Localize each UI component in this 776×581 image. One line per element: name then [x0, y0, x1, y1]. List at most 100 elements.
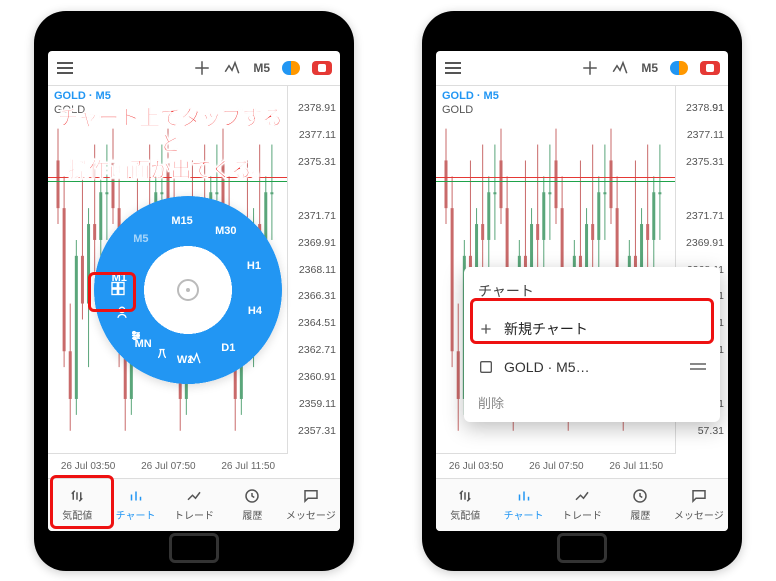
- bottom-nav: 気配値 チャート トレード 履歴 メッセージ: [436, 478, 728, 531]
- tab-label: 気配値: [62, 507, 92, 522]
- y-tick: 2377.11: [299, 129, 336, 141]
- x-axis: 26 Jul 03:50 26 Jul 07:50 26 Jul 11:50: [48, 453, 288, 480]
- topbar: M5: [48, 51, 340, 86]
- chart-area[interactable]: GOLD · M5 GOLD 2373.38 2378.912377.11237…: [48, 86, 340, 480]
- bottom-nav: 気配値 チャート トレード 履歴 メッセージ: [48, 478, 340, 531]
- timeframe-label[interactable]: M5: [253, 61, 270, 75]
- x-tick: 26 Jul 11:50: [609, 461, 663, 472]
- tab-quotes[interactable]: 気配値: [48, 479, 106, 531]
- history-icon: [242, 487, 262, 505]
- chart-popup: チャート 新規チャート GOLD · M5… 削除: [464, 267, 720, 422]
- x-tick: 26 Jul 11:50: [221, 461, 275, 472]
- menu-icon[interactable]: [444, 59, 462, 77]
- new-order-icon[interactable]: [312, 61, 332, 75]
- tab-label: メッセージ: [286, 507, 336, 522]
- y-tick: 2371.71: [686, 210, 724, 222]
- tab-quotes[interactable]: 気配値: [436, 479, 494, 531]
- chart-area[interactable]: GOLD · M5 GOLD 2373.35 2378.912377.11237…: [436, 86, 728, 480]
- tab-trade[interactable]: トレード: [553, 479, 611, 531]
- y-tick: 2364.51: [298, 317, 336, 329]
- new-chart-label: 新規チャート: [504, 319, 588, 339]
- tab-label: トレード: [562, 507, 602, 522]
- tab-label: 気配値: [450, 507, 480, 522]
- message-icon: [689, 487, 709, 505]
- timeframe-label[interactable]: M5: [641, 61, 658, 75]
- history-icon: [630, 487, 650, 505]
- crosshair-icon[interactable]: [193, 59, 211, 77]
- x-tick: 26 Jul 03:50: [61, 461, 116, 472]
- trade-icon: [184, 487, 204, 505]
- topbar: M5: [436, 51, 728, 86]
- tab-trade[interactable]: トレード: [165, 479, 223, 531]
- drag-handle-icon[interactable]: [690, 363, 706, 370]
- tab-message[interactable]: メッセージ: [282, 479, 340, 531]
- chart-icon: [514, 487, 534, 505]
- indicator-icon[interactable]: [223, 59, 241, 77]
- x-tick: 26 Jul 03:50: [449, 461, 504, 472]
- new-chart-button[interactable]: 新規チャート: [464, 309, 720, 349]
- y-tick: .91: [709, 102, 724, 114]
- radial-tf-d1[interactable]: D1: [221, 342, 235, 354]
- menu-icon[interactable]: [56, 59, 74, 77]
- quotes-icon: [67, 487, 87, 505]
- theme-toggle-icon[interactable]: [670, 61, 688, 75]
- radial-indicator-icon[interactable]: [186, 351, 202, 370]
- home-button[interactable]: [557, 533, 607, 563]
- radial-settings-icon[interactable]: [128, 328, 144, 347]
- tab-chart[interactable]: チャート: [106, 479, 164, 531]
- y-tick: 2360.91: [298, 371, 336, 383]
- radial-center-icon[interactable]: [177, 279, 199, 301]
- y-tick: 2375.31: [686, 156, 724, 168]
- tab-chart[interactable]: チャート: [494, 479, 552, 531]
- quotes-icon: [455, 487, 475, 505]
- y-tick: 2366.31: [298, 290, 336, 302]
- y-tick: 2371.71: [298, 210, 336, 222]
- y-tick: 2378.91: [298, 102, 336, 114]
- popup-delete-label[interactable]: 削除: [464, 385, 720, 416]
- screen-right: M5 GOLD · M5 GOLD 2373.35 2378.912377.11…: [436, 51, 728, 531]
- tab-history[interactable]: 履歴: [223, 479, 281, 531]
- new-order-icon[interactable]: [700, 61, 720, 75]
- y-tick: 2368.11: [299, 264, 336, 276]
- y-tick: 2377.11: [687, 129, 724, 141]
- radial-tf-h4[interactable]: H4: [248, 305, 262, 317]
- popup-title: チャート: [464, 275, 720, 309]
- radial-tf-h1[interactable]: H1: [247, 260, 261, 272]
- chart-item-label: GOLD · M5…: [504, 359, 590, 375]
- radial-object-icon[interactable]: [114, 305, 130, 324]
- tab-label: メッセージ: [674, 507, 724, 522]
- radial-function-icon[interactable]: [154, 346, 170, 365]
- y-tick: 2375.31: [298, 156, 336, 168]
- tab-message[interactable]: メッセージ: [670, 479, 728, 531]
- tab-label: チャート: [504, 507, 544, 522]
- y-tick: 2369.91: [686, 237, 724, 249]
- phone-right: M5 GOLD · M5 GOLD 2373.35 2378.912377.11…: [422, 11, 742, 571]
- y-tick: 2357.31: [298, 425, 336, 437]
- tab-label: トレード: [174, 507, 214, 522]
- y-axis: 2378.912377.112375.312371.712369.912368.…: [287, 86, 340, 454]
- radial-tf-m5[interactable]: M5: [133, 233, 148, 245]
- radial-tf-m15[interactable]: M15: [171, 215, 192, 227]
- radial-tf-m30[interactable]: M30: [215, 225, 236, 237]
- x-tick: 26 Jul 07:50: [141, 461, 196, 472]
- screen-left: M5 GOLD · M5 GOLD 2373.38 2378.912377.11…: [48, 51, 340, 531]
- x-axis: 26 Jul 03:50 26 Jul 07:50 26 Jul 11:50: [436, 453, 676, 480]
- tab-label: 履歴: [630, 507, 650, 522]
- tab-history[interactable]: 履歴: [611, 479, 669, 531]
- indicator-icon[interactable]: [611, 59, 629, 77]
- tab-label: 履歴: [242, 507, 262, 522]
- radial-windows-icon[interactable]: [110, 281, 126, 300]
- y-tick: 57.31: [698, 425, 724, 437]
- theme-toggle-icon[interactable]: [282, 61, 300, 75]
- tab-label: チャート: [116, 507, 156, 522]
- chart-icon: [126, 487, 146, 505]
- home-button[interactable]: [169, 533, 219, 563]
- trade-icon: [572, 487, 592, 505]
- crosshair-icon[interactable]: [581, 59, 599, 77]
- y-tick: 2359.11: [299, 398, 336, 410]
- message-icon: [301, 487, 321, 505]
- chart-list-item[interactable]: GOLD · M5…: [464, 349, 720, 385]
- phone-left: M5 GOLD · M5 GOLD 2373.38 2378.912377.11…: [34, 11, 354, 571]
- x-tick: 26 Jul 07:50: [529, 461, 584, 472]
- radial-menu[interactable]: M1M5M15M30H1H4D1W1MN: [94, 196, 282, 384]
